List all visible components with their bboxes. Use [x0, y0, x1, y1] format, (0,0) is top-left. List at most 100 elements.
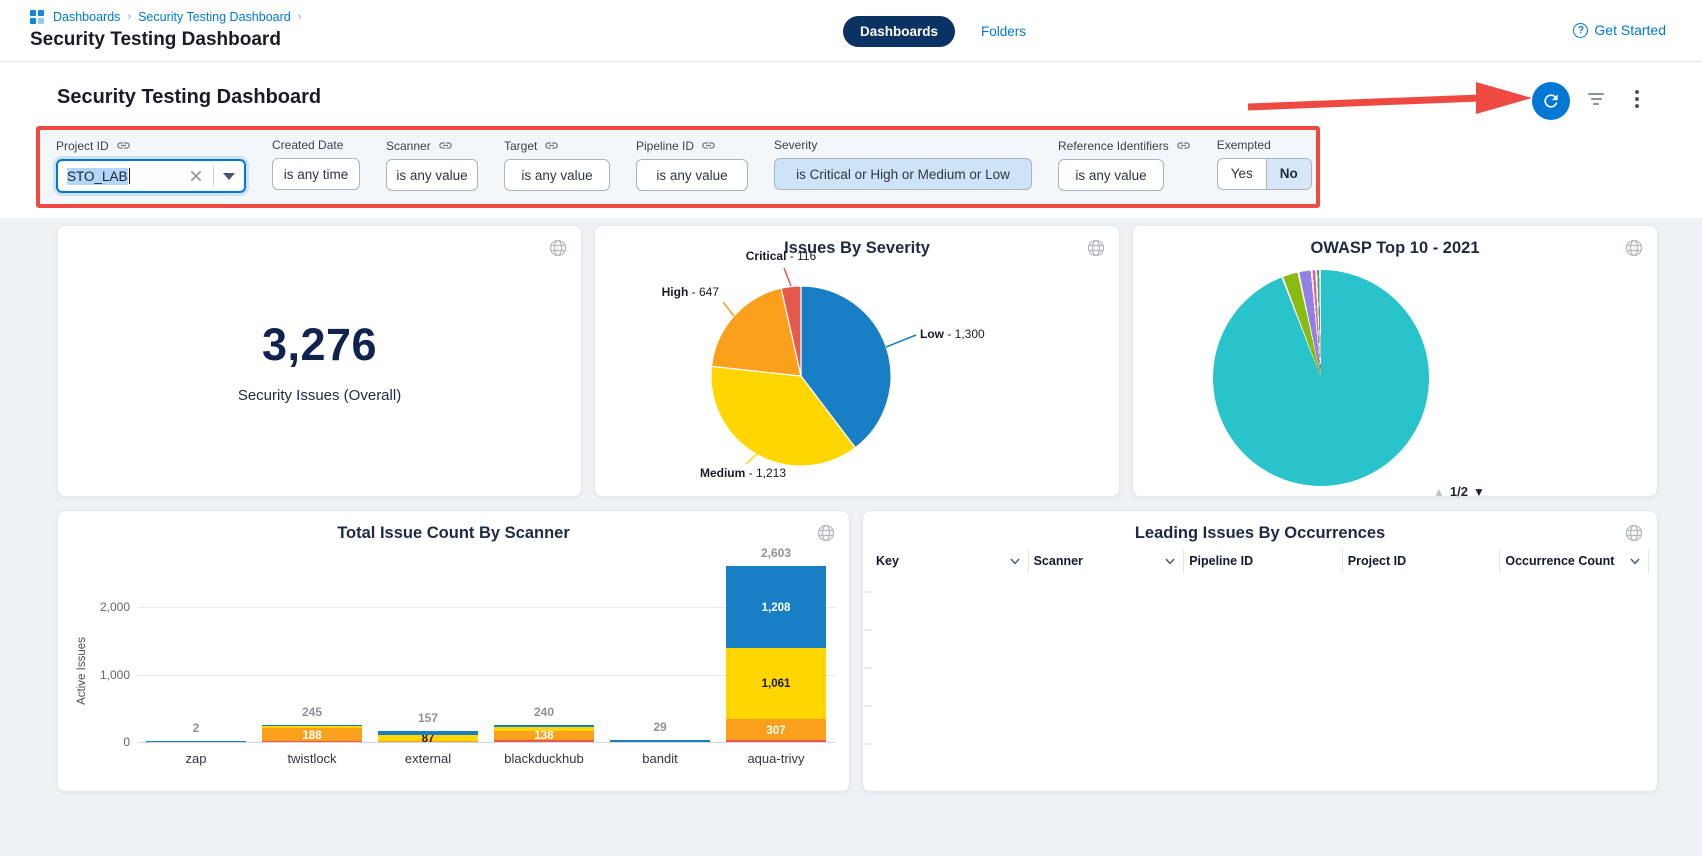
- column-header-occurrence-count[interactable]: Occurrence Count: [1499, 549, 1649, 573]
- project-id-filter-input[interactable]: STO_LAB: [56, 159, 246, 193]
- security-issues-label: Security Issues (Overall): [238, 387, 401, 404]
- bar-total-label: 240: [494, 705, 594, 719]
- severity-pie-chart[interactable]: Low - 1,300 Medium - 1,213 High - 647 Criti…: [595, 226, 1121, 498]
- tab-folders[interactable]: Folders: [981, 24, 1026, 39]
- filter-pipeline-id: Pipeline ID is any value: [636, 138, 748, 191]
- filter-label: Severity: [774, 138, 1032, 152]
- sort-chevron-icon[interactable]: [1630, 558, 1640, 565]
- link-icon: [438, 138, 453, 153]
- card-leading-issues-by-occurrences: Leading Issues By Occurrences KeyScanner…: [862, 510, 1658, 792]
- filter-label: Exempted: [1217, 138, 1312, 152]
- more-options-icon[interactable]: [1634, 90, 1640, 111]
- label-leader-line: [723, 302, 734, 316]
- bar-total-label: 2,603: [726, 546, 826, 560]
- column-header-pipeline-id[interactable]: Pipeline ID: [1183, 549, 1342, 573]
- link-icon: [116, 138, 131, 153]
- segment-low[interactable]: [378, 731, 478, 735]
- segment-critical[interactable]: [726, 740, 826, 742]
- filter-exempted: Exempted YesNo: [1217, 138, 1312, 190]
- link-icon: [544, 138, 559, 153]
- column-label: Project ID: [1348, 554, 1406, 568]
- column-label: Occurrence Count: [1505, 554, 1614, 568]
- segment-low[interactable]: [262, 725, 362, 726]
- x-category-label: zap: [138, 751, 254, 766]
- tab-dashboards[interactable]: Dashboards: [843, 16, 955, 47]
- reference-identifiers-filter-value[interactable]: is any value: [1058, 159, 1164, 191]
- divider: [213, 166, 214, 186]
- sort-chevron-icon[interactable]: [1010, 558, 1020, 565]
- page-down-icon[interactable]: ▼: [1473, 485, 1485, 499]
- breadcrumb-dashboards[interactable]: Dashboards: [53, 10, 120, 24]
- filter-target: Targetis any value: [504, 138, 610, 191]
- breadcrumb-separator-icon: ›: [127, 11, 131, 23]
- filter-bar: Project IDSTO_LABCreated Dateis any time…: [40, 130, 1316, 204]
- column-header-key[interactable]: Key: [871, 549, 1028, 573]
- link-icon: [701, 138, 716, 153]
- bar-total-label: 157: [378, 711, 478, 725]
- filter-label: Project ID: [56, 138, 246, 153]
- segment-medium[interactable]: [262, 726, 362, 728]
- column-header-scanner[interactable]: Scanner: [1028, 549, 1184, 573]
- sort-chevron-icon[interactable]: [1165, 558, 1175, 565]
- chevron-down-icon[interactable]: [223, 173, 235, 180]
- selected-text: STO_LAB: [67, 168, 128, 185]
- security-issues-count: 3,276: [262, 319, 377, 371]
- clear-icon[interactable]: [189, 169, 203, 183]
- owasp-pie-chart[interactable]: [1213, 270, 1429, 486]
- pipeline-id-filter-value[interactable]: is any value: [636, 159, 748, 191]
- target-filter-value[interactable]: is any value: [504, 159, 610, 191]
- column-header-project-id[interactable]: Project ID: [1342, 549, 1500, 573]
- scanner-bar-plot[interactable]: 01,0002,0002zap188245twistlock87157exter…: [138, 511, 836, 743]
- filter-scanner: Scanneris any value: [386, 138, 478, 191]
- severity-slice-label: High - 647: [662, 285, 720, 299]
- exempted-option-yes[interactable]: Yes: [1218, 159, 1266, 189]
- empty-row-divider: [864, 743, 872, 745]
- severity-filter-value[interactable]: is Critical or High or Medium or Low: [774, 158, 1032, 190]
- overall-count-wrap: 3,276 Security Issues (Overall): [58, 226, 581, 496]
- segment-high[interactable]: [726, 719, 826, 740]
- severity-slice-label: Low - 1,300: [920, 327, 985, 341]
- y-tick-label: 1,000: [86, 668, 130, 682]
- segment-medium[interactable]: [726, 648, 826, 720]
- get-started-link[interactable]: ? Get Started: [1573, 22, 1666, 38]
- exempted-option-no[interactable]: No: [1266, 159, 1311, 189]
- empty-row-divider: [864, 667, 872, 669]
- segment-medium[interactable]: [494, 727, 594, 731]
- column-label: Pipeline ID: [1189, 554, 1253, 568]
- label-leader-line: [746, 454, 757, 464]
- breadcrumb-current-dashboard[interactable]: Security Testing Dashboard: [138, 10, 291, 24]
- occurrences-table-title: Leading Issues By Occurrences: [863, 524, 1657, 543]
- filter-project-id: Project ID STO_LAB: [56, 138, 246, 193]
- empty-row-divider: [864, 705, 872, 707]
- filter-label: Reference Identifiers: [1058, 138, 1191, 153]
- bar-total-label: 245: [262, 705, 362, 719]
- segment-medium[interactable]: [378, 735, 478, 741]
- refresh-button[interactable]: [1532, 82, 1570, 120]
- segment-high[interactable]: [262, 728, 362, 741]
- segment-low[interactable]: [146, 741, 246, 742]
- segment-high[interactable]: [494, 731, 594, 740]
- filter-label: Pipeline ID: [636, 138, 748, 153]
- severity-slice-label: Critical - 116: [746, 249, 817, 263]
- segment-low[interactable]: [610, 740, 710, 742]
- segment-high[interactable]: [378, 741, 478, 742]
- segment-critical[interactable]: [262, 741, 362, 742]
- x-axis-line: [138, 742, 836, 743]
- label-leader-line: [784, 268, 791, 286]
- severity-slice-label: Medium - 1,213: [700, 466, 786, 480]
- filters-toggle-icon[interactable]: [1586, 93, 1606, 109]
- scanner-filter-value[interactable]: is any value: [386, 159, 478, 191]
- segment-low[interactable]: [494, 725, 594, 727]
- breadcrumb: Dashboards › Security Testing Dashboard …: [30, 10, 301, 24]
- empty-row-divider: [864, 591, 872, 593]
- filter-reference-identifiers: Reference Identifiers is any value: [1058, 138, 1191, 191]
- x-category-label: bandit: [602, 751, 718, 766]
- dashboards-grid-icon: [30, 10, 44, 24]
- text-cursor: [129, 168, 131, 184]
- dashboard-heading: Security Testing Dashboard: [57, 86, 321, 109]
- segment-low[interactable]: [726, 566, 826, 648]
- page-up-icon[interactable]: ▲: [1433, 485, 1445, 499]
- segment-critical[interactable]: [494, 740, 594, 742]
- refresh-icon: [1541, 91, 1561, 111]
- created-date-filter-value[interactable]: is any time: [272, 158, 360, 190]
